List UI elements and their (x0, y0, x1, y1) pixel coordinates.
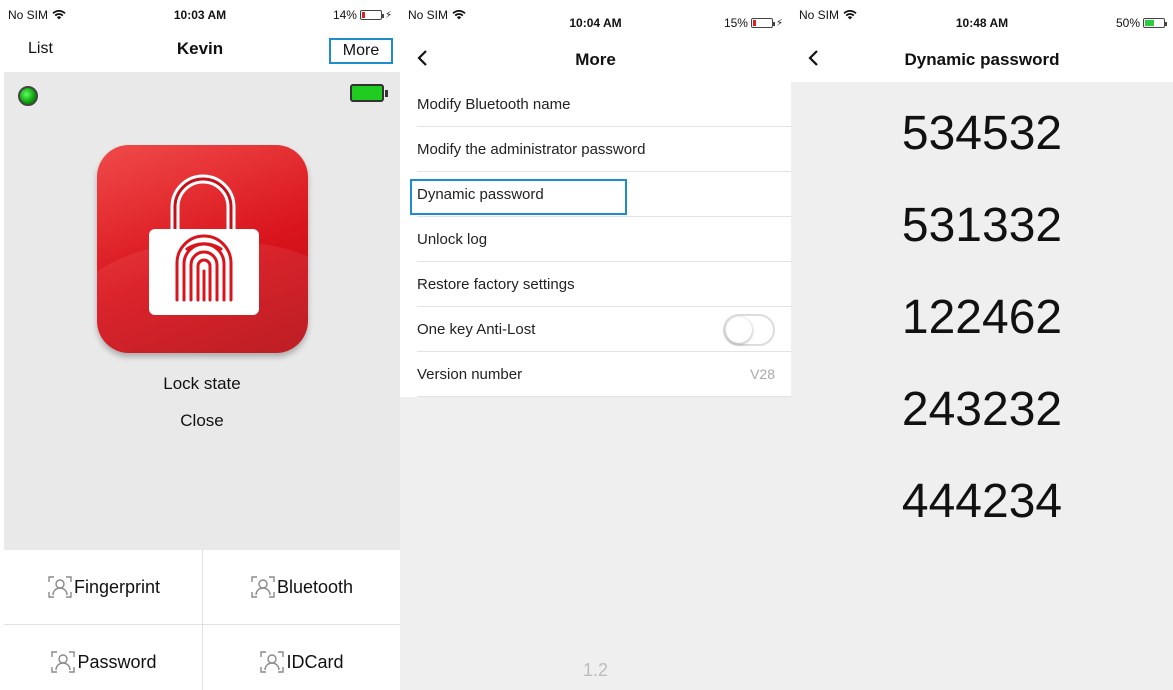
nav-bar: Dynamic password (791, 34, 1173, 82)
status-bar: No SIM 10:03 AM 14% ⚡ (0, 0, 400, 26)
app-version-footer: 1.2 (582, 660, 609, 680)
menu-item-unlock-log[interactable]: Unlock log (400, 217, 791, 262)
menu-item-label: Dynamic password (417, 186, 544, 203)
user-scan-icon (251, 576, 275, 598)
grid-divider (202, 550, 203, 690)
anti-lost-toggle[interactable] (723, 314, 775, 346)
lock-battery-icon (350, 84, 388, 102)
battery-percent: 15% (723, 16, 748, 30)
dynamic-code: 534532 (901, 107, 1063, 160)
more-button[interactable]: More (329, 38, 393, 64)
grid-divider (4, 624, 400, 625)
menu-item-modify-bluetooth-name[interactable]: Modify Bluetooth name (400, 82, 791, 127)
battery-fill (752, 20, 756, 26)
charging-bolt-icon: ⚡ (775, 17, 783, 29)
dynamic-code: 531332 (901, 199, 1063, 252)
battery-icon (1143, 18, 1167, 28)
menu-item-anti-lost: One key Anti-Lost (400, 307, 791, 352)
bluetooth-button[interactable]: Bluetooth (202, 552, 400, 622)
dynamic-password-screen: No SIM 10:48 AM 50% Dynamic password 534… (791, 0, 1173, 690)
battery-group: 15% ⚡ (724, 16, 783, 30)
page-title: Dynamic password (904, 50, 1060, 69)
charging-bolt-icon: ⚡ (384, 9, 392, 21)
lock-state-value: Close (180, 411, 224, 430)
password-list: 534532 531332 122462 243232 444234 (791, 82, 1173, 542)
page-title: More (575, 50, 616, 69)
lock-button[interactable] (97, 145, 308, 353)
fingerprint-lock-icon (149, 174, 259, 315)
status-bar: No SIM 10:48 AM 50% (791, 0, 1173, 34)
menu-item-label: Version number (417, 366, 523, 383)
version-value: V28 (750, 366, 775, 382)
settings-menu: Modify Bluetooth name Modify the adminis… (400, 82, 791, 397)
battery-icon (750, 18, 775, 28)
battery-fill (1145, 20, 1154, 26)
battery-icon (359, 10, 384, 20)
lock-home-screen: No SIM 10:03 AM 14% ⚡ List Kevin More Lo… (0, 0, 400, 690)
toggle-knob (726, 317, 752, 343)
fingerprint-button[interactable]: Fingerprint (4, 552, 202, 622)
menu-item-label: One key Anti-Lost (417, 321, 536, 338)
unlock-method-grid: Fingerprint Bluetooth Password IDCard (4, 550, 400, 690)
password-label: Password (77, 651, 157, 672)
password-button[interactable]: Password (4, 627, 202, 690)
connection-led-icon (18, 86, 38, 106)
battery-group: 50% (1115, 16, 1167, 30)
user-scan-icon (51, 651, 76, 673)
battery-percent: 50% (1115, 16, 1140, 30)
user-scan-icon (48, 576, 72, 598)
menu-item-restore-factory[interactable]: Restore factory settings (400, 262, 791, 307)
nav-bar: List Kevin More (0, 30, 400, 70)
divider (417, 396, 791, 397)
user-scan-icon (260, 651, 285, 673)
menu-item-label: Modify Bluetooth name (417, 96, 571, 113)
dynamic-code: 444234 (901, 475, 1063, 528)
menu-item-version-number: Version number V28 (400, 352, 791, 397)
idcard-label: IDCard (286, 651, 344, 672)
dynamic-code: 243232 (901, 383, 1063, 436)
battery-group: 14% ⚡ (333, 8, 392, 22)
battery-fill (361, 12, 365, 18)
dynamic-code: 122462 (901, 291, 1063, 344)
more-settings-screen: No SIM 10:04 AM 15% ⚡ More Modify Blueto… (400, 0, 791, 690)
nav-bar: More (400, 34, 791, 82)
fingerprint-label: Fingerprint (73, 576, 161, 597)
menu-item-label: Unlock log (417, 231, 488, 248)
menu-item-dynamic-password[interactable]: Dynamic password (400, 172, 791, 217)
menu-item-label: Restore factory settings (417, 276, 575, 293)
lock-state-label: Lock state (163, 374, 241, 393)
battery-percent: 14% (332, 8, 357, 22)
lock-panel: Lock state Close (4, 72, 400, 550)
idcard-button[interactable]: IDCard (202, 627, 400, 690)
bluetooth-label: Bluetooth (276, 576, 354, 597)
menu-item-modify-admin-password[interactable]: Modify the administrator password (400, 127, 791, 172)
status-bar: No SIM 10:04 AM 15% ⚡ (400, 0, 791, 34)
menu-item-label: Modify the administrator password (417, 141, 646, 158)
